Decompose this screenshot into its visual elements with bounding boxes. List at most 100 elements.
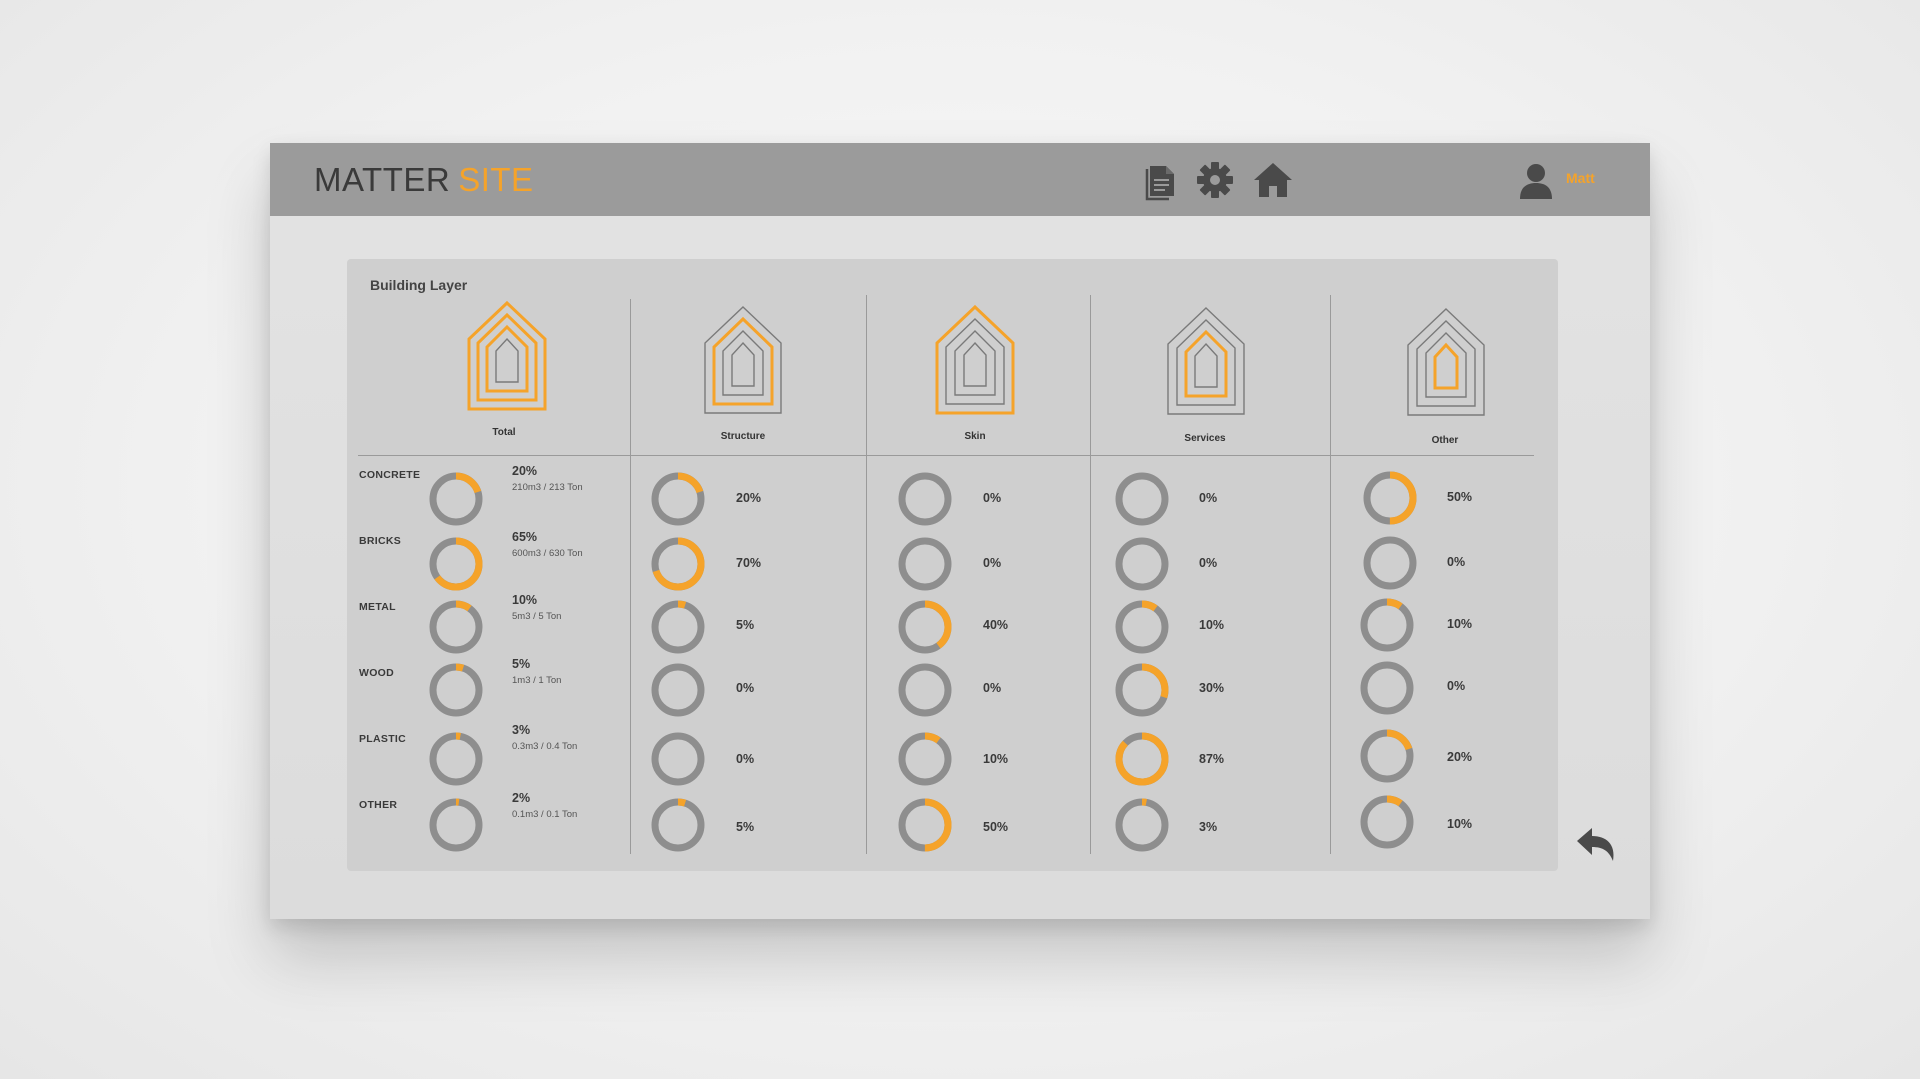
donut-track [651,663,705,717]
total-detail: 210m3 / 213 Ton [512,482,583,493]
layer-label-services: Services [1184,433,1226,444]
total-donut[interactable] [427,470,485,528]
total-pct: 65% [512,530,538,544]
donut-fill [1115,732,1169,786]
other-donut[interactable] [1358,727,1416,785]
other-donut[interactable] [1358,793,1416,851]
material-label-plastic: PLASTIC [359,733,407,745]
donut-track [651,732,705,786]
skin-donut[interactable] [896,598,954,656]
column-divider [866,295,867,854]
services-donut[interactable] [1113,796,1171,854]
house-ring [1167,307,1245,415]
gear-icon[interactable] [1192,157,1238,203]
layer-label-structure: Structure [720,431,766,442]
user-name[interactable]: Matt [1566,170,1595,186]
layer-label-other: Other [1431,435,1459,446]
total-detail: 600m3 / 630 Ton [512,548,583,559]
donut-track [1115,472,1169,526]
house-ring [1194,342,1218,388]
layer-house-icon[interactable] [1156,304,1256,420]
structure-donut[interactable] [649,730,707,788]
skin-pct: 0% [983,681,1002,695]
services-donut[interactable] [1113,730,1171,788]
material-label-wood: WOOD [359,667,395,679]
total-donut[interactable] [427,730,485,788]
other-donut[interactable] [1361,534,1419,592]
structure-donut[interactable] [649,661,707,719]
total-donut[interactable] [427,661,485,719]
skin-donut[interactable] [896,535,954,593]
home-icon[interactable] [1250,157,1296,203]
house-ring [1407,308,1485,416]
total-pct: 5% [512,657,531,671]
donut-track [898,472,952,526]
donut-track [1360,598,1414,652]
skin-pct: 50% [983,820,1009,834]
column-divider [1330,295,1331,854]
total-detail: 5m3 / 5 Ton [512,611,562,622]
header-divider [358,455,1534,456]
app-window: MATTER SITE Matt Building Layer Total St… [270,143,1650,919]
structure-donut[interactable] [649,598,707,656]
other-pct: 20% [1447,750,1473,764]
donut-track [1360,795,1414,849]
skin-donut[interactable] [896,661,954,719]
other-donut[interactable] [1358,659,1416,717]
donut-track [1360,661,1414,715]
skin-donut[interactable] [896,796,954,854]
total-donut[interactable] [427,535,485,593]
material-label-metal: METAL [359,601,396,613]
total-pct: 10% [512,593,538,607]
services-pct: 3% [1199,820,1218,834]
other-pct: 0% [1447,555,1466,569]
top-bar: MATTER SITE Matt [270,143,1650,216]
skin-donut[interactable] [896,470,954,528]
skin-donut[interactable] [896,730,954,788]
user-icon[interactable] [1513,157,1559,203]
column-divider [630,299,631,854]
other-donut[interactable] [1361,469,1419,527]
document-icon[interactable] [1138,157,1184,203]
donut-track [898,663,952,717]
other-donut[interactable] [1358,596,1416,654]
total-donut[interactable] [427,796,485,854]
brand-site: SITE [458,161,534,198]
other-pct: 10% [1447,617,1473,631]
total-donut[interactable] [427,598,485,656]
panel-title: Building Layer [370,277,468,293]
structure-pct: 5% [736,618,755,632]
layer-house-icon[interactable] [457,299,557,415]
layer-label-total: Total [492,427,516,438]
services-donut[interactable] [1113,598,1171,656]
skin-pct: 10% [983,752,1009,766]
structure-donut[interactable] [649,470,707,528]
total-detail: 0.1m3 / 0.1 Ton [512,809,578,820]
total-detail: 0.3m3 / 0.4 Ton [512,741,578,752]
total-pct: 3% [512,723,531,737]
layer-house-icon[interactable] [693,303,793,419]
donut-track [898,537,952,591]
donut-track [898,732,952,786]
material-label-concrete: CONCRETE [359,469,421,481]
layer-house-icon[interactable] [1396,305,1496,421]
services-donut[interactable] [1113,470,1171,528]
structure-donut[interactable] [649,796,707,854]
building-layer-panel: Building Layer Total Structure Skin Serv… [347,259,1558,871]
back-arrow-icon[interactable] [1573,823,1619,865]
total-pct: 20% [512,464,538,478]
structure-donut[interactable] [649,535,707,593]
other-pct: 0% [1447,679,1466,693]
donut-track [429,732,483,786]
house-ring [467,300,547,411]
house-ring [731,341,755,387]
services-pct: 10% [1199,618,1225,632]
column-divider [1090,295,1091,854]
structure-pct: 0% [736,681,755,695]
services-donut[interactable] [1113,661,1171,719]
total-detail: 1m3 / 1 Ton [512,675,562,686]
services-pct: 0% [1199,556,1218,570]
layer-house-icon[interactable] [925,303,1025,419]
services-donut[interactable] [1113,535,1171,593]
donut-track [1363,536,1417,590]
